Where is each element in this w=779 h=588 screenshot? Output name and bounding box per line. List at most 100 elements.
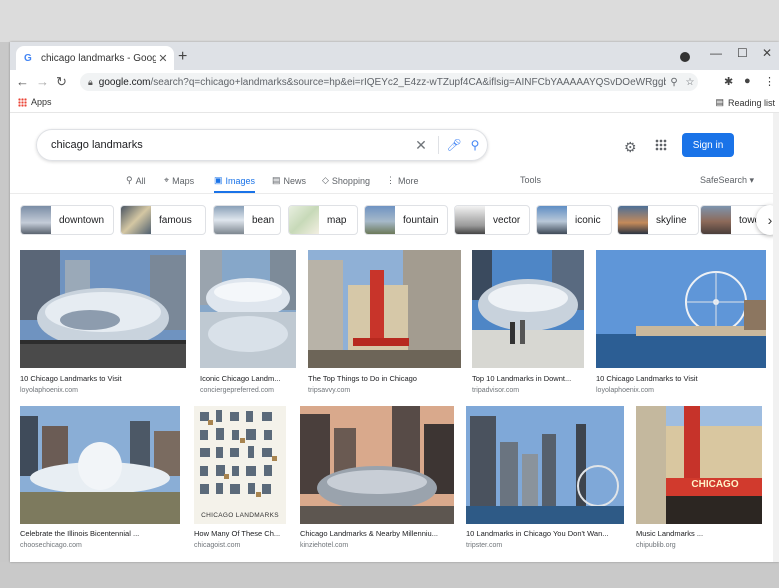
chip-bean[interactable]: bean [213,205,281,235]
tab-all-label: All [135,175,146,186]
chip-label: fountain [403,214,439,226]
chip-vector[interactable]: vector [454,205,530,235]
url-host: google.com [98,76,151,88]
navy-pier-photo [596,250,766,368]
result-source: tripster.com [466,542,503,549]
browser-tab[interactable]: G chicago landmarks - Google Sea ✕ [16,46,174,70]
chip-thumbnail [121,206,151,234]
address-bar[interactable]: 🔒︎ google.com/search?q=chicago+landmarks… [80,73,698,91]
new-tab-icon[interactable]: + [178,48,187,66]
profile-avatar-icon[interactable]: ● [744,75,751,87]
result-image: CHICAGO [636,406,762,524]
clear-search-icon[interactable]: ✕ [410,137,432,154]
image-result[interactable]: 10 Chicago Landmarks to Visit loyolaphoe… [596,250,768,400]
result-caption: Music Landmarks ... [636,529,704,538]
reload-icon[interactable]: ↻ [56,74,67,90]
microphone-icon[interactable]: 🎤︎ [445,138,463,152]
search-box[interactable]: chicago landmarks ✕ 🎤︎ ⚲ [36,129,488,161]
reading-list-label: Reading list [727,97,775,108]
chip-label: bean [252,214,275,226]
gear-icon[interactable]: ⚙ [624,139,637,156]
close-window-icon[interactable]: ✕ [762,46,772,60]
result-image: CHICAGO LANDMARKS [194,406,286,524]
result-caption: 10 Chicago Landmarks to Visit [596,374,698,383]
chip-label: downtown [59,214,105,226]
apps-grid-icon [18,97,27,107]
search-icon[interactable]: ⚲ [463,138,487,152]
skyline-ferris-wheel-photo [466,406,624,524]
extensions-puzzle-icon[interactable]: ✱ [724,75,733,88]
result-source: choosechicago.com [20,542,82,549]
reading-list-button[interactable]: ▤ Reading list [715,97,775,108]
tab-shopping-label: Shopping [331,175,370,186]
result-source: chipublib.org [636,542,676,549]
minimize-icon[interactable]: — [710,46,722,60]
google-apps-icon[interactable] [655,139,667,151]
safesearch-button[interactable]: SafeSearch ▾ [700,175,754,186]
result-image [472,250,584,368]
tab-bar: G chicago landmarks - Google Sea ✕ + — ☐… [10,42,779,70]
tab-maps[interactable]: ⌖ Maps [164,175,194,186]
result-image [308,250,461,368]
result-source: tripadvisor.com [472,387,520,394]
browser-window: G chicago landmarks - Google Sea ✕ + — ☐… [10,42,779,562]
image-result[interactable]: Chicago Landmarks & Nearby Millenniu... … [300,406,456,556]
tab-images-label: Images [225,175,256,186]
image-result[interactable]: 10 Landmarks in Chicago You Don't Wan...… [466,406,626,556]
apps-bookmark[interactable]: Apps [18,97,52,107]
image-result[interactable]: CHICAGO Music Landmarks ... chipublib.or… [636,406,764,556]
chip-label: iconic [575,214,601,226]
image-result[interactable]: 10 Chicago Landmarks to Visit loyolaphoe… [20,250,188,400]
record-indicator-icon [680,52,690,62]
result-source: kinziehotel.com [300,542,349,549]
tools-button[interactable]: Tools [520,175,541,185]
page-scrollbar[interactable] [773,113,779,562]
result-caption: Top 10 Landmarks in Downt... [472,374,572,383]
back-icon[interactable]: ← [16,74,29,89]
image-result[interactable]: Celebrate the Illinois Bicentennial ... … [20,406,182,556]
reading-list-icon: ▤ [715,97,724,107]
image-result[interactable]: Iconic Chicago Landm... conciergepreferr… [200,250,298,400]
result-caption: 10 Landmarks in Chicago You Don't Wan... [466,529,609,538]
result-source: chicagoist.com [194,542,241,549]
location-icon[interactable]: ⚲ [666,77,682,88]
result-image [20,250,186,368]
result-caption: Iconic Chicago Landm... [200,374,281,383]
url-path: /search?q=chicago+landmarks&source=hp&ei… [150,76,667,88]
sign-in-button[interactable]: Sign in [682,133,734,157]
bookmark-star-icon[interactable]: ☆ [682,77,698,88]
google-results-page: chicago landmarks ✕ 🎤︎ ⚲ ⚙ Sign in ⚲ All … [10,113,779,562]
chip-skyline[interactable]: skyline [617,205,699,235]
tab-shopping[interactable]: ◇ Shopping [322,175,370,186]
maximize-icon[interactable]: ☐ [737,46,748,60]
menu-kebab-icon[interactable]: ⋮ [764,75,775,88]
bean-tourists-photo [472,250,584,368]
desktop-bottom-background [0,562,779,588]
tab-images[interactable]: ▣ Images [214,175,256,193]
chip-iconic[interactable]: iconic [536,205,612,235]
search-input[interactable]: chicago landmarks [37,139,410,151]
image-result[interactable]: CHICAGO LANDMARKS How Many Of These Ch..… [194,406,288,556]
chip-famous[interactable]: famous [120,205,206,235]
tab-news[interactable]: ▤ News [272,175,306,186]
tab-more[interactable]: ⋮ More [386,175,419,186]
more-vertical-icon: ⋮ [386,175,395,185]
close-tab-icon[interactable]: ✕ [156,52,170,65]
cloud-gate-photo [20,250,186,368]
result-caption: Chicago Landmarks & Nearby Millenniu... [300,529,438,538]
result-source: tripsavvy.com [308,387,351,394]
chicago-theatre-marquee-photo [636,406,762,524]
google-favicon-icon: G [24,52,32,64]
forward-icon[interactable]: → [36,74,49,89]
tab-all[interactable]: ⚲ All [126,175,146,186]
result-source: conciergepreferred.com [200,387,274,394]
chip-map[interactable]: map [288,205,358,235]
chip-fountain[interactable]: fountain [364,205,448,235]
chip-thumbnail [289,206,319,234]
image-result[interactable]: The Top Things to Do in Chicago tripsavv… [308,250,463,400]
chip-downtown[interactable]: downtown [20,205,114,235]
chip-thumbnail [618,206,648,234]
chip-label: map [327,214,347,226]
result-source: loyolaphoenix.com [20,387,78,394]
image-result[interactable]: Top 10 Landmarks in Downt... tripadvisor… [472,250,586,400]
